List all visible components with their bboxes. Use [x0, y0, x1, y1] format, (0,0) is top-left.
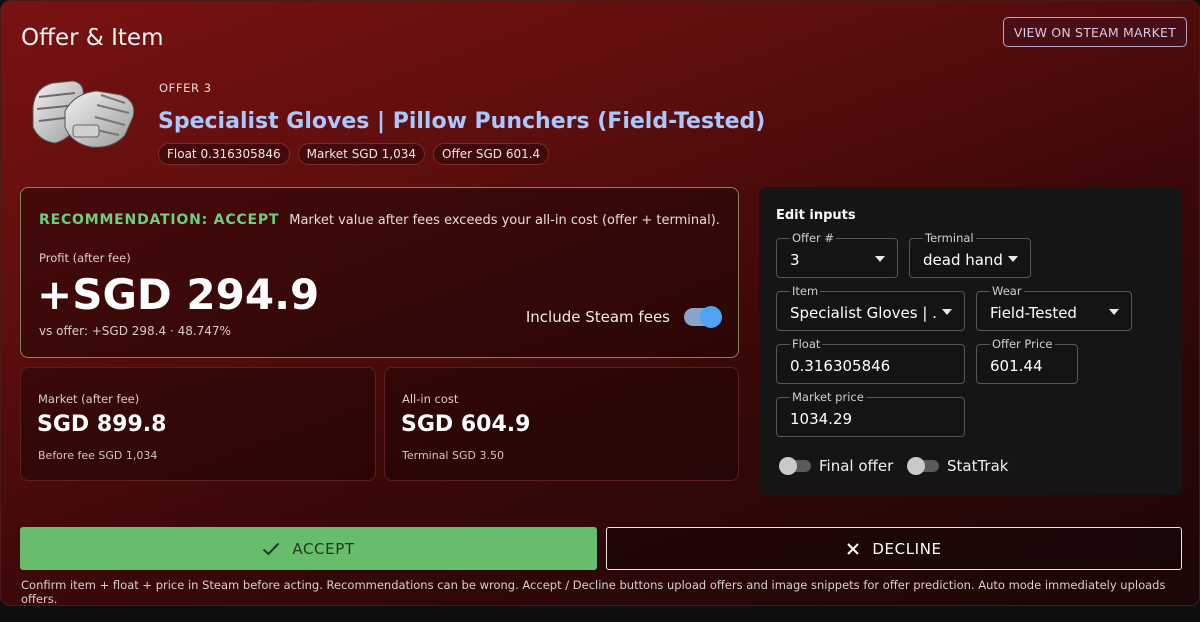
chevron-down-icon	[1109, 309, 1119, 315]
recommendation-tag: RECOMMENDATION: ACCEPT	[39, 212, 280, 228]
market-price-field-label: Market price	[790, 390, 866, 404]
item-name: Specialist Gloves | Pillow Punchers (Fie…	[158, 109, 766, 134]
offer-price-input[interactable]: Offer Price 601.44	[976, 337, 1078, 384]
market-after-fee-value: SGD 899.8	[37, 412, 167, 437]
terminal-select[interactable]: Terminal dead hand	[909, 231, 1031, 278]
include-steam-fees-label: Include Steam fees	[525, 308, 670, 326]
item-pills: Float 0.316305846 Market SGD 1,034 Offer…	[158, 143, 550, 165]
accept-button[interactable]: ACCEPT	[20, 527, 597, 570]
market-price-input[interactable]: Market price 1034.29	[776, 390, 965, 437]
item-select[interactable]: Item Specialist Gloves | ...	[776, 284, 965, 331]
float-pill: Float 0.316305846	[158, 143, 290, 165]
include-steam-fees-toggle[interactable]: Include Steam fees	[525, 306, 722, 328]
offer-number-label: OFFER 3	[159, 81, 212, 95]
edit-inputs-title: Edit inputs	[776, 208, 856, 223]
terminal-cost-text: Terminal SGD 3.50	[402, 449, 504, 462]
profit-value: +SGD 294.9	[37, 270, 320, 319]
stattrak-switch[interactable]	[907, 457, 939, 475]
wear-value: Field-Tested	[990, 304, 1077, 322]
offer-number-field-label: Offer #	[790, 231, 837, 245]
before-fee-text: Before fee SGD 1,034	[38, 449, 158, 462]
offer-number-select[interactable]: Offer # 3	[776, 231, 898, 278]
terminal-value: dead hand	[923, 251, 1003, 269]
disclaimer-text: Confirm item + float + price in Steam be…	[21, 578, 1166, 606]
market-price-value: 1034.29	[790, 410, 853, 428]
offer-number-value: 3	[790, 251, 800, 269]
chevron-down-icon	[1008, 256, 1018, 262]
stattrak-label: StatTrak	[947, 457, 1009, 475]
recommendation-card: RECOMMENDATION: ACCEPT Market value afte…	[20, 187, 739, 358]
float-value: 0.316305846	[790, 357, 891, 375]
item-field-label: Item	[790, 284, 821, 298]
item-value: Specialist Gloves | ...	[790, 304, 938, 322]
offer-price-value: 601.44	[990, 357, 1043, 375]
all-in-cost-value: SGD 604.9	[401, 412, 531, 437]
market-price-pill: Market SGD 1,034	[297, 143, 426, 165]
wear-select[interactable]: Wear Field-Tested	[976, 284, 1132, 331]
panel-title: Offer & Item	[21, 25, 164, 51]
switch-knob	[907, 457, 925, 475]
market-after-fee-card: Market (after fee) SGD 899.8 Before fee …	[20, 367, 376, 481]
terminal-field-label: Terminal	[923, 231, 976, 245]
float-field-label: Float	[790, 337, 823, 351]
decline-button[interactable]: DECLINE	[606, 527, 1182, 570]
gloves-image	[25, 77, 145, 153]
final-offer-toggle[interactable]: Final offer	[779, 457, 894, 475]
steam-fees-switch[interactable]	[684, 306, 722, 328]
switch-knob	[700, 306, 722, 328]
offer-price-field-label: Offer Price	[990, 337, 1055, 351]
final-offer-label: Final offer	[819, 457, 894, 475]
float-input[interactable]: Float 0.316305846	[776, 337, 965, 384]
offer-item-panel: Offer & Item VIEW ON STEAM MARKET OFFER …	[0, 0, 1200, 606]
stattrak-toggle[interactable]: StatTrak	[907, 457, 1009, 475]
offer-price-pill: Offer SGD 601.4	[433, 143, 550, 165]
chevron-down-icon	[875, 256, 885, 262]
recommendation-description: Market value after fees exceeds your all…	[289, 213, 720, 228]
recommendation-line: RECOMMENDATION: ACCEPT Market value afte…	[39, 212, 720, 228]
decline-label: DECLINE	[872, 539, 942, 558]
view-on-steam-market-button[interactable]: VIEW ON STEAM MARKET	[1002, 17, 1187, 47]
all-in-cost-card: All-in cost SGD 604.9 Terminal SGD 3.50	[384, 367, 739, 481]
switch-knob	[779, 457, 797, 475]
market-after-fee-label: Market (after fee)	[38, 392, 140, 406]
accept-label: ACCEPT	[292, 539, 355, 558]
wear-field-label: Wear	[990, 284, 1024, 298]
vs-offer-text: vs offer: +SGD 298.4 · 48.747%	[39, 324, 231, 338]
all-in-cost-label: All-in cost	[402, 392, 459, 406]
edit-inputs-panel: Edit inputs Offer # 3 Terminal dead hand…	[759, 187, 1182, 495]
profit-label: Profit (after fee)	[39, 251, 131, 265]
final-offer-switch[interactable]	[779, 457, 811, 475]
close-icon	[847, 542, 860, 555]
chevron-down-icon	[942, 309, 952, 315]
check-icon	[263, 542, 280, 555]
